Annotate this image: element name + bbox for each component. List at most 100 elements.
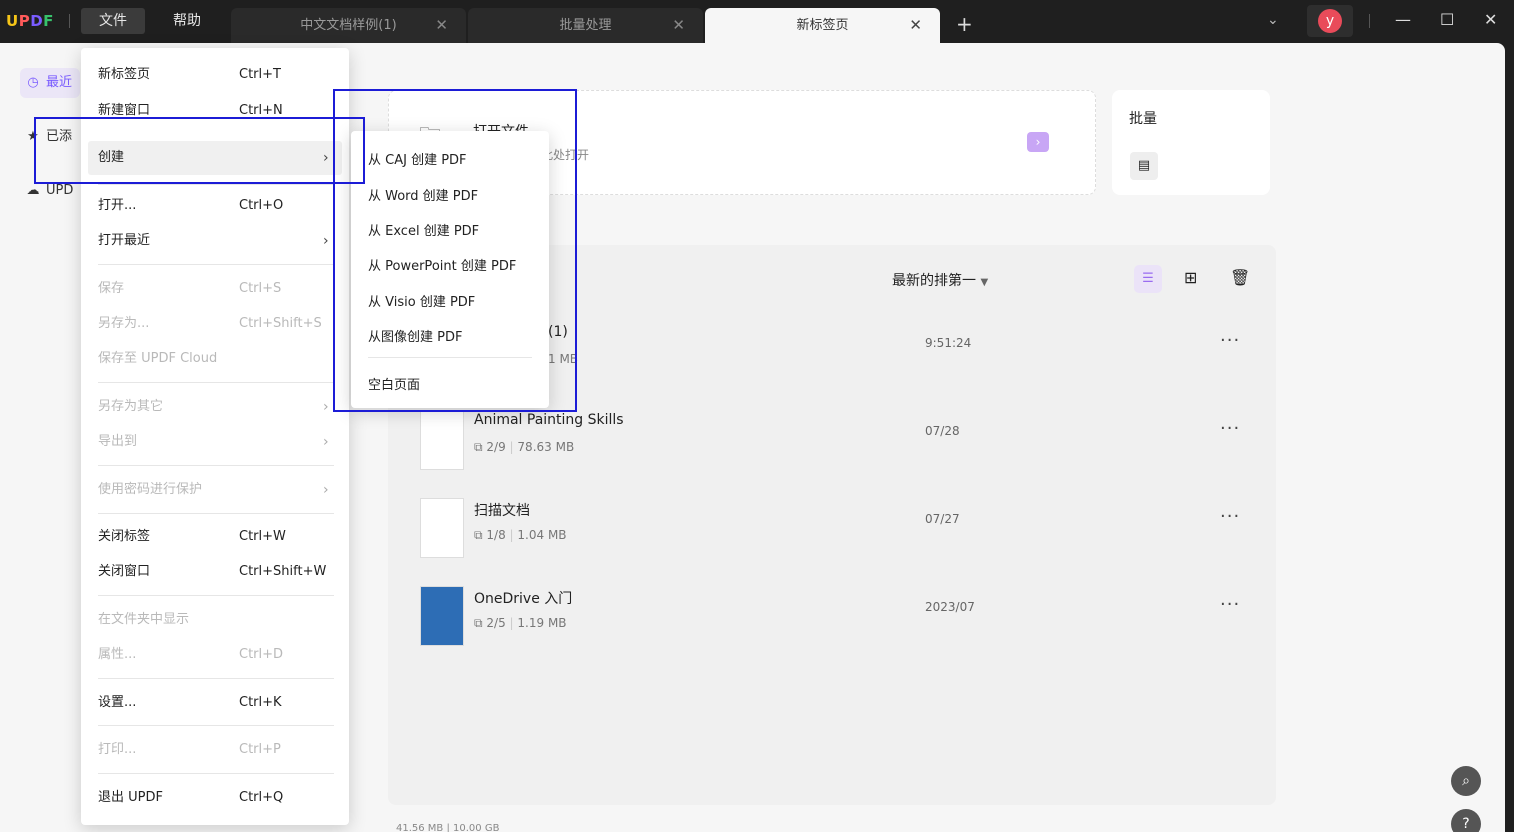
batch-card[interactable]: 批量 ▤ [1112,90,1270,195]
menu-item-open-recent[interactable]: 打开最近 › [98,229,338,253]
file-name: Animal Painting Skills [474,412,624,428]
close-window-icon[interactable]: ✕ [1484,10,1497,29]
menu-item-new-tab[interactable]: 新标签页 Ctrl+T [98,63,338,87]
file-row[interactable]: 扫描文档 ⧉ 1/8 | 1.04 MB 07/27 ··· [420,498,1260,560]
menu-shortcut: Ctrl+Shift+W [239,564,327,579]
menu-label: 另存为其它 [98,399,164,414]
menu-divider [98,184,334,185]
more-icon[interactable]: ··· [1220,506,1240,527]
pages-icon: ⧉ [474,440,483,454]
file-name: OneDrive 入门 [474,591,573,607]
menu-item-save-as[interactable]: 另存为... Ctrl+Shift+S [98,312,338,336]
more-icon[interactable]: ··· [1220,594,1240,615]
menu-label: 属性... [98,647,137,662]
menu-item-save[interactable]: 保存 Ctrl+S [98,277,338,301]
menu-label: 另存为... [98,316,150,331]
menu-item-quit[interactable]: 退出 UPDF Ctrl+Q [98,786,338,810]
menu-shortcut: Ctrl+K [239,695,282,710]
updf-logo: UPDF [6,12,54,30]
trash-icon[interactable]: 🗑 [1230,268,1250,287]
close-icon[interactable]: ✕ [909,8,922,43]
menu-item-export[interactable]: 导出到 › [98,430,338,454]
menu-item-open[interactable]: 打开... Ctrl+O [98,194,338,218]
menu-label: 保存至 UPDF Cloud [98,351,218,366]
maximize-icon[interactable]: ☐ [1440,10,1454,29]
sort-dropdown[interactable]: 最新的排第一 ▼ [892,270,988,290]
menu-item-print[interactable]: 打印... Ctrl+P [98,738,338,762]
menu-item-settings[interactable]: 设置... Ctrl+K [98,691,338,715]
divider: | [509,440,514,454]
menu-divider [98,773,334,774]
menu-label: 打印... [98,742,137,757]
divider: | [509,616,514,630]
clock-icon: ◷ [27,75,39,90]
menu-label: 打开最近 [98,233,151,248]
tab-batch[interactable]: 批量处理 ✕ [468,8,703,43]
menu-divider [98,264,334,265]
menu-shortcut: Ctrl+Q [239,790,284,805]
file-date: 07/27 [925,512,960,526]
file-thumbnail [420,498,464,558]
account-button[interactable]: y [1307,5,1353,37]
file-date: 07/28 [925,424,960,438]
menu-item-save-other[interactable]: 另存为其它 › [98,395,338,419]
file-row[interactable]: Animal Painting Skills ⧉ 2/9 | 78.63 MB … [420,410,1260,472]
menu-label: 新标签页 [98,67,151,82]
sort-label: 最新的排第一 [892,273,976,289]
chevron-down-icon[interactable]: ⌄ [1267,12,1279,28]
tab-label: 新标签页 [796,18,849,33]
sidebar-item-recent[interactable]: ◷ 最近 [20,68,80,98]
pages-icon: ⧉ [474,616,483,630]
list-view-icon[interactable]: ☰ [1134,265,1162,293]
file-thumbnail [420,586,464,646]
batch-title: 批量 [1129,111,1157,127]
minimize-icon[interactable]: — [1395,10,1411,29]
menu-help[interactable]: 帮助 [155,8,219,34]
menu-item-close-tab[interactable]: 关闭标签 Ctrl+W [98,525,338,549]
menu-shortcut: Ctrl+W [239,529,286,544]
file-date: 2023/07 [925,600,975,614]
more-icon[interactable]: ··· [1220,330,1240,351]
menu-item-close-window[interactable]: 关闭窗口 Ctrl+Shift+W [98,560,338,584]
close-icon[interactable]: ✕ [672,8,685,43]
menu-divider [98,382,334,383]
tab-new[interactable]: 新标签页 ✕ [705,8,940,43]
avatar: y [1318,9,1342,33]
menu-label: 新建窗口 [98,103,151,118]
menu-file[interactable]: 文件 [81,8,145,34]
menu-item-properties[interactable]: 属性... Ctrl+D [98,643,338,667]
close-icon[interactable]: ✕ [435,8,448,43]
highlight-box-submenu [333,89,577,412]
file-size: 1.19 MB [517,616,567,630]
file-row[interactable]: OneDrive 入门 ⧉ 2/5 | 1.19 MB 2023/07 ··· [420,586,1260,648]
menu-divider [98,513,334,514]
tab-label: 批量处理 [559,18,612,33]
menu-item-protect[interactable]: 使用密码进行保护 › [98,478,338,502]
menu-item-save-cloud[interactable]: 保存至 UPDF Cloud [98,347,338,371]
menu-label: 导出到 [98,434,138,449]
divider: | [509,528,514,542]
sidebar-label: UPD [46,183,74,198]
chevron-right-icon[interactable]: › [1027,132,1049,152]
tab-document[interactable]: 中文文档样例(1) ✕ [231,8,466,43]
sidebar-label: 最近 [46,75,73,90]
menu-item-show-in-folder[interactable]: 在文件夹中显示 [98,608,338,632]
file-pages: 2/5 [486,616,506,630]
menu-label: 使用密码进行保护 [98,482,203,497]
divider [1369,14,1370,28]
file-date: 9:51:24 [925,336,972,350]
menu-label: 在文件夹中显示 [98,612,190,627]
search-icon[interactable]: ⌕ [1451,766,1481,796]
menu-shortcut: Ctrl+S [239,281,282,296]
title-bar: UPDF 文件 帮助 中文文档样例(1) ✕ 批量处理 ✕ 新标签页 ✕ + ⌄… [0,0,1514,43]
add-tab-icon[interactable]: + [956,12,973,36]
caret-down-icon: ▼ [980,277,989,288]
divider [69,14,70,28]
pages-icon: ⧉ [474,528,483,542]
chevron-right-icon: › [323,233,329,249]
more-icon[interactable]: ··· [1220,418,1240,439]
menu-divider [98,725,334,726]
help-icon[interactable]: ? [1451,809,1481,832]
grid-view-icon[interactable]: ⊞ [1184,268,1197,287]
menu-divider [98,678,334,679]
